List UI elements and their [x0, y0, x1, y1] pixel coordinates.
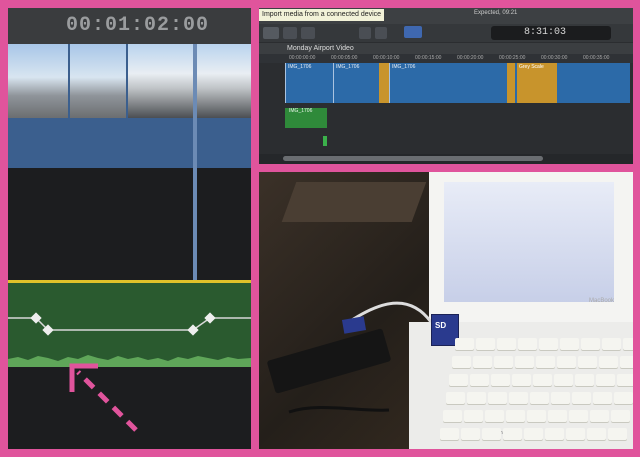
transition[interactable]	[379, 63, 389, 103]
project-title: Monday Airport Video	[287, 45, 354, 52]
select-tool-button[interactable]	[404, 26, 422, 38]
toolbar-button[interactable]	[375, 27, 387, 39]
keyboard-key	[581, 338, 600, 350]
connection-marker	[323, 136, 327, 146]
keyboard-key	[524, 428, 543, 440]
clip-thumbnail	[8, 44, 68, 118]
keyboard-key	[494, 356, 513, 368]
clip-thumbnail	[128, 44, 251, 118]
video-clip[interactable]	[8, 44, 251, 168]
keyboard-key	[551, 392, 570, 404]
toolbar-button[interactable]	[301, 27, 315, 39]
keyboard-key	[446, 392, 465, 404]
keyboard-key	[611, 410, 630, 422]
keyboard-key	[599, 356, 618, 368]
timeline-clip[interactable]: IMG_1706	[333, 63, 381, 103]
keyboard-key	[527, 410, 546, 422]
keyboard-key	[440, 428, 459, 440]
ruler-tick: 00:00:25:00	[499, 55, 526, 61]
keyboard-key	[596, 374, 615, 386]
ruler-tick: 00:00:05:00	[331, 55, 358, 61]
keyboard-key	[545, 428, 564, 440]
keyboard-key	[593, 392, 612, 404]
keyboard-key	[470, 374, 489, 386]
keyboard-key	[506, 410, 525, 422]
menubar-extra: Expected, 09:21	[474, 10, 518, 16]
keyboard-key	[473, 356, 492, 368]
connected-clip-label: IMG_1706	[289, 108, 313, 114]
scrollbar-thumb[interactable]	[283, 156, 543, 161]
keyboard-key	[572, 392, 591, 404]
toolbar-button[interactable]	[359, 27, 371, 39]
keyboard-key	[578, 356, 597, 368]
keyboard-key	[533, 374, 552, 386]
keyboard-key	[575, 374, 594, 386]
keyboard-key	[497, 338, 516, 350]
keyboard-key	[491, 374, 510, 386]
keyboard-key	[602, 338, 621, 350]
timeline-clip[interactable]: IMG_1706	[389, 63, 507, 103]
keyboard-key	[467, 392, 486, 404]
dashed-arrow-icon	[69, 363, 138, 432]
keyboard-key	[617, 374, 633, 386]
keyboard-key	[488, 392, 507, 404]
empty-track-lane	[8, 168, 251, 280]
ruler-tick: 00:00:15:00	[415, 55, 442, 61]
keyboard-key	[614, 392, 633, 404]
keyboard-key	[587, 428, 606, 440]
audio-track[interactable]	[8, 280, 251, 370]
keyboard-key	[449, 374, 468, 386]
keyboard-key	[608, 428, 627, 440]
keyboard-key	[485, 410, 504, 422]
import-button[interactable]	[263, 27, 279, 39]
usb-cable	[288, 301, 433, 414]
transition[interactable]	[507, 63, 515, 103]
toolbar-button[interactable]	[283, 27, 297, 39]
timeline-clip[interactable]: Grey Scale	[517, 63, 557, 103]
ruler-tick: 00:00:35:00	[583, 55, 610, 61]
ruler-tick: 00:00:10:00	[373, 55, 400, 61]
playhead[interactable]	[193, 44, 197, 284]
timecode-display: 00:01:02:00	[66, 14, 210, 37]
timeline-clip[interactable]: IMG_1706	[285, 63, 333, 103]
keyboard-key	[503, 428, 522, 440]
timeline-screenshot: Import media from a connected device Exp…	[259, 8, 633, 164]
ruler-tick: 00:00:20:00	[457, 55, 484, 61]
keyboard-key	[620, 356, 633, 368]
keyboard-key	[560, 338, 579, 350]
dashboard-timecode: 8:31:03	[524, 27, 567, 38]
keyboard-key	[515, 356, 534, 368]
keyboard-key	[482, 428, 501, 440]
keyboard-key	[464, 410, 483, 422]
ruler-tick: 00:00:00:00	[289, 55, 316, 61]
keyboard-key	[452, 356, 471, 368]
keyboard-key	[518, 338, 537, 350]
keyboard-key	[476, 338, 495, 350]
import-tooltip: Import media from a connected device	[259, 9, 385, 21]
zoomed-timeline-panel: 00:01:02:00	[8, 8, 251, 449]
keyboard-key	[455, 338, 474, 350]
keyboard-key	[509, 392, 528, 404]
ruler-tick: 00:00:30:00	[541, 55, 568, 61]
keyboard-key	[512, 374, 531, 386]
keyboard-key	[554, 374, 573, 386]
laptop-photo: MacBook option command SD	[259, 172, 633, 449]
keyboard-key	[536, 356, 555, 368]
keyboard-key	[569, 410, 588, 422]
keyboard-key	[539, 338, 558, 350]
keyboard-key	[557, 356, 576, 368]
keyboard-key	[566, 428, 585, 440]
keyboard-key	[548, 410, 567, 422]
keyboard-key	[461, 428, 480, 440]
clip-thumbnail	[70, 44, 126, 118]
keyboard-key	[443, 410, 462, 422]
keyboard-key	[623, 338, 633, 350]
keyboard-key	[530, 392, 549, 404]
volume-keyframe-line	[8, 317, 251, 331]
keyboard-key	[590, 410, 609, 422]
